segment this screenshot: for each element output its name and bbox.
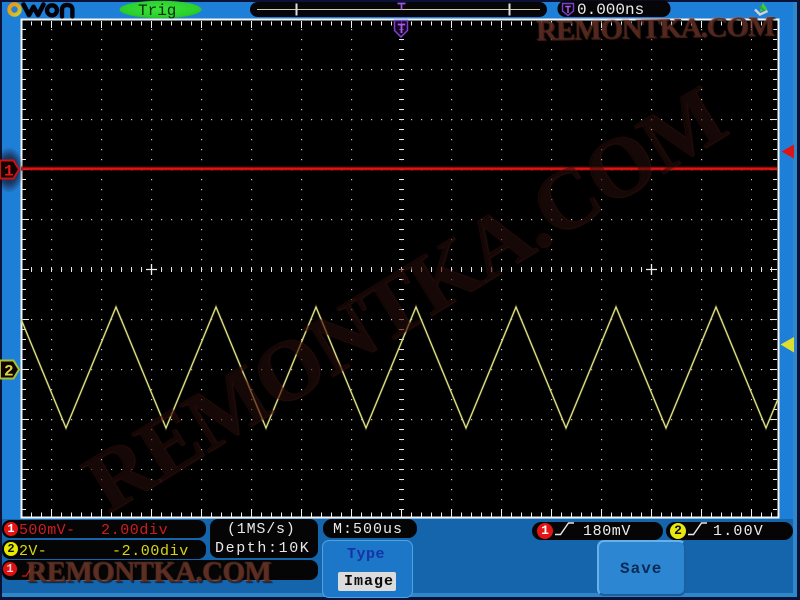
svg-text:1: 1 (4, 163, 14, 181)
svg-text:Trig: Trig (138, 2, 176, 20)
svg-text:2: 2 (4, 363, 14, 381)
